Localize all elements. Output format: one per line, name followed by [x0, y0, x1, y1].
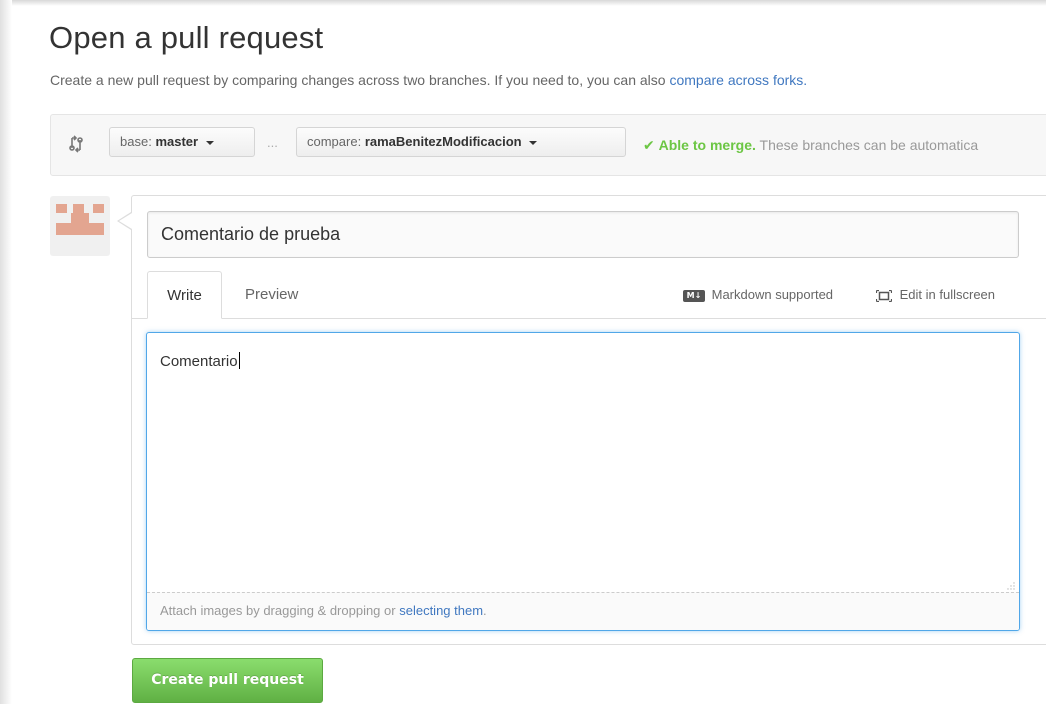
merge-status-ok: Able to merge. [658, 137, 756, 153]
resize-handle-icon[interactable] [1007, 582, 1015, 590]
fullscreen-icon [876, 289, 892, 302]
tab-preview[interactable]: Preview [230, 271, 313, 319]
markdown-supported-link[interactable]: M↓ Markdown supported [683, 287, 833, 302]
edit-fullscreen-label: Edit in fullscreen [899, 287, 996, 302]
page-subtitle: Create a new pull request by comparing c… [50, 72, 807, 88]
branch-separator: ... [267, 135, 278, 150]
subtitle-text: Create a new pull request by comparing c… [50, 72, 666, 88]
form-pointer-inner [119, 213, 132, 229]
compare-branch-select[interactable]: compare: ramaBenitezModificacion [296, 127, 626, 157]
markdown-icon: M↓ [683, 289, 705, 302]
attach-images-end: . [483, 603, 487, 618]
attach-images-label: Attach images by dragging & dropping or [160, 603, 396, 618]
create-pull-request-button[interactable]: Create pull request [132, 658, 323, 703]
chevron-down-icon [205, 140, 214, 145]
page-title: Open a pull request [49, 20, 324, 55]
git-compare-icon [69, 135, 83, 153]
compare-branch-name: ramaBenitezModificacion [364, 134, 522, 149]
select-images-link[interactable]: selecting them [399, 603, 483, 618]
base-branch-name: master [155, 134, 199, 149]
check-icon: ✔ [643, 137, 655, 153]
pull-request-title-input[interactable] [147, 211, 1019, 258]
markdown-supported-label: Markdown supported [711, 287, 834, 302]
tab-write[interactable]: Write [147, 271, 222, 319]
merge-status: ✔ Able to merge. These branches can be a… [643, 137, 978, 154]
chevron-down-icon [529, 140, 538, 145]
compare-across-forks-link[interactable]: compare across forks. [669, 72, 807, 88]
attach-images-text: Attach images by dragging & dropping or … [160, 603, 487, 618]
compare-branch-prefix: compare: [307, 134, 362, 149]
comment-body-text: Comentario [160, 352, 240, 370]
window-left-shadow [0, 0, 12, 704]
comment-body-value: Comentario [160, 353, 238, 370]
base-branch-select[interactable]: base: master [109, 127, 255, 157]
base-branch-prefix: base: [120, 134, 152, 149]
merge-status-detail: These branches can be automatica [759, 137, 979, 153]
attach-images-bar[interactable]: Attach images by dragging & dropping or … [147, 592, 1019, 630]
branch-compare-bar: base: master ... compare: ramaBenitezMod… [50, 114, 1046, 176]
comment-body-textarea[interactable]: Comentario Attach images by dragging & d… [146, 332, 1020, 631]
avatar[interactable] [50, 196, 110, 256]
text-cursor [238, 352, 240, 369]
window-top-shadow [0, 0, 1046, 6]
edit-fullscreen-button[interactable]: Edit in fullscreen [876, 287, 995, 302]
